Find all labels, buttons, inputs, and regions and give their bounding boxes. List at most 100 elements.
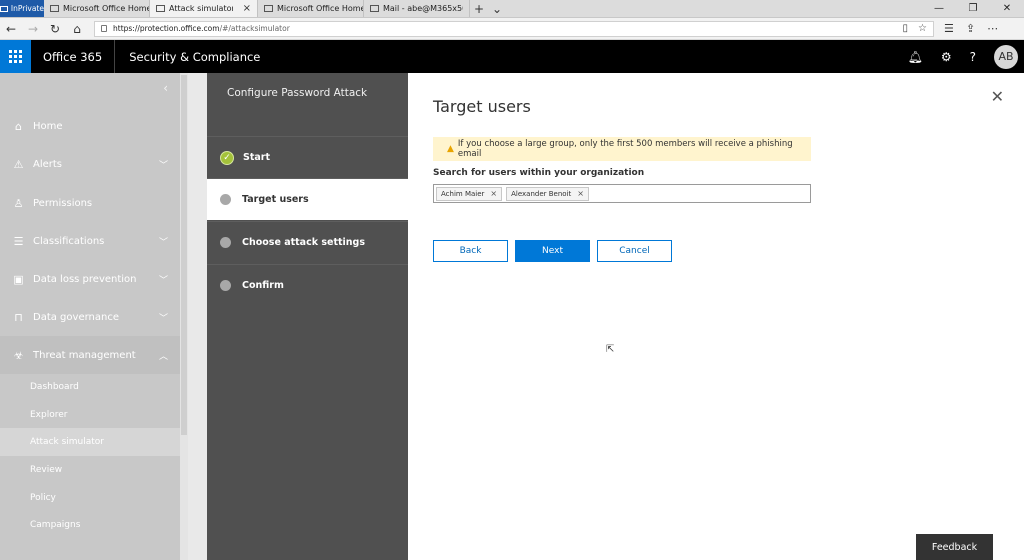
tab-page-icon [264, 5, 273, 12]
nav-item-data-governance[interactable]: ⊓ Data governance ﹀ [0, 298, 180, 336]
inprivate-icon [0, 5, 8, 12]
nav-scroll-thumb[interactable] [181, 75, 187, 435]
nav-item-label: Permissions [33, 197, 93, 209]
help-icon[interactable]: ? [970, 50, 976, 64]
more-icon[interactable]: ⋯ [987, 22, 998, 35]
nav-subitem-policy[interactable]: Policy [0, 484, 180, 512]
nav-subitem-explorer[interactable]: Explorer [0, 401, 180, 429]
wizard-steps-panel: Configure Password Attack ✓ Start Target… [207, 73, 408, 560]
remove-chip-icon[interactable]: × [490, 189, 497, 198]
nav-item-classifications[interactable]: ☰ Classifications ﹀ [0, 222, 180, 260]
biohazard-icon: ☣ [13, 348, 24, 362]
back-button[interactable]: Back [433, 240, 508, 262]
warning-banner: ▲ If you choose a large group, only the … [433, 137, 811, 161]
office-brand[interactable]: Office 365 [31, 40, 116, 73]
browser-tab-attack-simulator[interactable]: Attack simulator - Secu × [150, 0, 258, 17]
tab-page-icon [50, 5, 59, 12]
tab-title: Attack simulator - Secu [169, 4, 233, 13]
left-nav: ‹ ⌂ Home ⚠ Alerts ﹀ ♙ Permissions ☰ Clas… [0, 73, 180, 560]
wizard-step-label: Start [243, 152, 271, 163]
feedback-button[interactable]: Feedback [916, 534, 993, 560]
nav-subitem-dashboard[interactable]: Dashboard [0, 373, 180, 401]
chevron-down-icon: ﹀ [158, 313, 168, 324]
list-icon: ☰ [13, 234, 24, 248]
tab-title: Microsoft Office Home [63, 4, 150, 13]
mouse-cursor-icon: ⇱ [606, 344, 615, 355]
nav-item-label: Home [33, 120, 63, 132]
cancel-button[interactable]: Cancel [597, 240, 672, 262]
nav-item-threat-management[interactable]: ☣ Threat management ︿ [0, 336, 180, 374]
lock-icon: ⊓ [14, 310, 23, 324]
address-bar-row: ← → ↻ ⌂ https://protection.office.com/#/… [0, 18, 1024, 40]
url-field[interactable]: https://protection.office.com/#/attacksi… [94, 20, 934, 37]
nav-item-home[interactable]: ⌂ Home [0, 107, 180, 145]
chevron-down-icon: ﹀ [158, 237, 168, 248]
step-dot-icon [220, 194, 231, 205]
nav-item-label: Classifications [33, 235, 105, 247]
chevron-up-icon: ︿ [158, 351, 168, 362]
nav-item-label: Threat management [33, 349, 136, 361]
page-title: Target users [433, 97, 531, 116]
app-launcher-icon[interactable] [0, 40, 31, 73]
chevron-down-icon: ﹀ [158, 275, 168, 286]
nav-item-label: Data loss prevention [33, 273, 137, 285]
browser-tab-office-home-1[interactable]: Microsoft Office Home [44, 0, 150, 17]
back-arrow-icon[interactable]: ← [0, 22, 22, 36]
nav-item-label: Alerts [33, 158, 63, 170]
home-browser-icon[interactable]: ⌂ [66, 22, 88, 36]
home-icon: ⌂ [15, 119, 22, 133]
office-header: Office 365 Security & Compliance 🔔︎ ⚙ ? … [0, 40, 1024, 73]
tab-page-icon [156, 5, 165, 12]
favorites-hub-icon[interactable]: ☰ [944, 22, 954, 35]
inprivate-badge: InPrivate [0, 0, 44, 17]
nav-subitem-review[interactable]: Review [0, 456, 180, 484]
new-tab-icon[interactable]: + [470, 0, 488, 17]
check-circle-icon: ✓ [220, 150, 234, 165]
wizard-step-target-users[interactable]: Target users [207, 178, 408, 220]
refresh-icon[interactable]: ↻ [44, 22, 66, 36]
tab-list-chevron-icon[interactable]: ⌄ [488, 0, 506, 17]
tab-page-icon [370, 5, 379, 12]
lock-icon [101, 25, 107, 32]
wizard-step-start[interactable]: ✓ Start [207, 136, 408, 178]
nav-item-alerts[interactable]: ⚠ Alerts ﹀ [0, 145, 180, 183]
nav-subitem-attack-simulator[interactable]: Attack simulator [0, 428, 180, 456]
nav-item-permissions[interactable]: ♙ Permissions [0, 184, 180, 222]
wizard-step-label: Choose attack settings [242, 237, 366, 248]
nav-item-data-loss-prevention[interactable]: ▣ Data loss prevention ﹀ [0, 260, 180, 298]
reading-view-icon[interactable]: ▯ [903, 23, 909, 34]
next-button[interactable]: Next [515, 240, 590, 262]
avatar[interactable]: AB [994, 44, 1018, 69]
wizard-step-choose-attack-settings[interactable]: Choose attack settings [207, 221, 408, 263]
nav-scrollbar[interactable] [180, 73, 188, 560]
product-name[interactable]: Security & Compliance [115, 50, 274, 64]
wizard-step-confirm[interactable]: Confirm [207, 264, 408, 306]
window-close-icon[interactable]: ✕ [990, 3, 1024, 14]
close-icon[interactable]: ✕ [991, 87, 1004, 106]
tab-title: Mail - abe@M365x506904.c [383, 4, 463, 13]
wizard-step-label: Confirm [242, 280, 284, 291]
user-picker-input[interactable]: Achim Maier × Alexander Benoit × [433, 184, 811, 203]
nav-subitem-campaigns[interactable]: Campaigns [0, 511, 180, 539]
wizard-title: Configure Password Attack [227, 87, 368, 99]
remove-chip-icon[interactable]: × [577, 189, 584, 198]
minimize-icon[interactable]: — [922, 3, 956, 14]
browser-tab-office-home-2[interactable]: Microsoft Office Home [258, 0, 364, 17]
restore-icon[interactable]: ❐ [956, 3, 990, 14]
share-icon[interactable]: ⇪ [966, 22, 975, 35]
favorite-star-icon[interactable]: ☆ [918, 23, 927, 34]
wizard-content-panel: ✕ Target users ▲ If you choose a large g… [408, 73, 1024, 560]
notification-bell-icon[interactable]: 🔔︎ [908, 50, 923, 64]
browser-tabstrip: InPrivate Microsoft Office Home Attack s… [0, 0, 1024, 18]
warning-icon: ▲ [447, 144, 454, 154]
browser-tab-mail[interactable]: Mail - abe@M365x506904.c [364, 0, 470, 17]
forward-arrow-icon[interactable]: → [22, 22, 44, 36]
user-chip-label: Alexander Benoit [511, 189, 572, 198]
collapse-nav-chevron-icon[interactable]: ‹ [163, 81, 168, 95]
url-path: /#/attacksimulator [219, 24, 290, 33]
people-icon: ♙ [13, 196, 24, 210]
tab-close-icon[interactable]: × [243, 3, 251, 14]
user-chip-label: Achim Maier [441, 189, 485, 198]
settings-gear-icon[interactable]: ⚙ [941, 50, 952, 64]
wizard-step-label: Target users [242, 194, 309, 205]
